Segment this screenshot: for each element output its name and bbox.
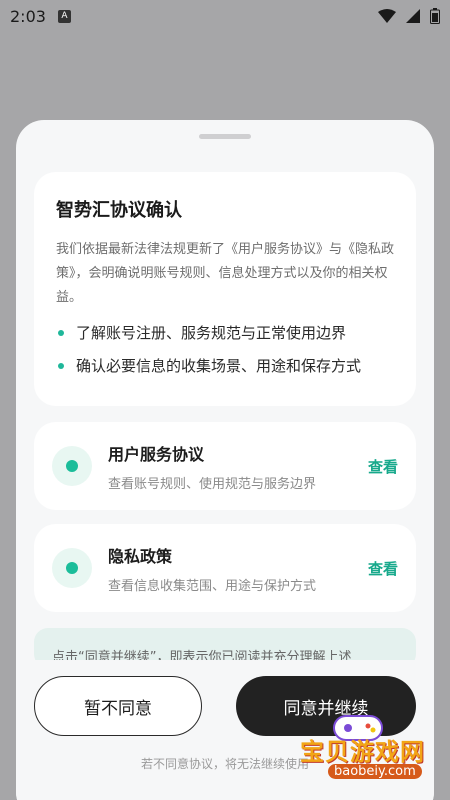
decline-button[interactable]: 暂不同意 [34, 676, 202, 736]
bullet-item: 了解账号注册、服务规范与正常使用边界 [56, 322, 394, 343]
user-agreement-subtitle: 查看账号规则、使用规范与服务边界 [108, 476, 317, 492]
confirm-description: 我们依据最新法律法规更新了《用户服务协议》与《隐私政策》，会明确说明账号规则、信… [56, 242, 395, 305]
status-icons [378, 8, 440, 24]
watermark-text: 宝贝游戏网 [300, 738, 425, 766]
bullet-item: 确认必要信息的收集场景、用途和保存方式 [56, 355, 394, 376]
bullet-dot-icon [58, 329, 64, 336]
agreement-sheet: 智势汇协议确认 我们依据最新法律法规更新了《用户服务协议》与《隐私政策》，会明确… [16, 120, 434, 800]
status-bar: 2:03 A [0, 0, 450, 32]
view-user-agreement-link[interactable]: 查看 [368, 456, 398, 477]
drag-handle[interactable] [199, 134, 251, 139]
bullet-dot-icon [58, 362, 64, 369]
accessibility-icon: A [57, 9, 71, 23]
battery-icon [430, 8, 440, 24]
view-privacy-policy-link[interactable]: 查看 [368, 558, 398, 579]
privacy-policy-subtitle: 查看信息收集范围、用途与保护方式 [108, 578, 317, 594]
status-dot-icon [52, 446, 92, 486]
privacy-policy-card[interactable]: 隐私政策 查看信息收集范围、用途与保护方式 查看 [34, 524, 416, 612]
wifi-icon [378, 9, 396, 23]
status-time: 2:03 [10, 6, 46, 26]
watermark-logo: 宝贝游戏网 baobeiy.com [292, 712, 442, 792]
privacy-policy-title: 隐私政策 [108, 546, 173, 566]
bullet-text: 确认必要信息的收集场景、用途和保存方式 [76, 357, 362, 375]
user-agreement-card[interactable]: 用户服务协议 查看账号规则、使用规范与服务边界 查看 [34, 422, 416, 510]
status-dot-icon [52, 548, 92, 588]
watermark-url: baobeiy.com [328, 764, 422, 779]
confirm-title: 智势汇协议确认 [56, 200, 182, 221]
confirm-card: 智势汇协议确认 我们依据最新法律法规更新了《用户服务协议》与《隐私政策》，会明确… [34, 172, 416, 406]
user-agreement-title: 用户服务协议 [108, 444, 205, 464]
bullet-text: 了解账号注册、服务规范与正常使用边界 [76, 324, 347, 342]
signal-icon [406, 9, 420, 23]
